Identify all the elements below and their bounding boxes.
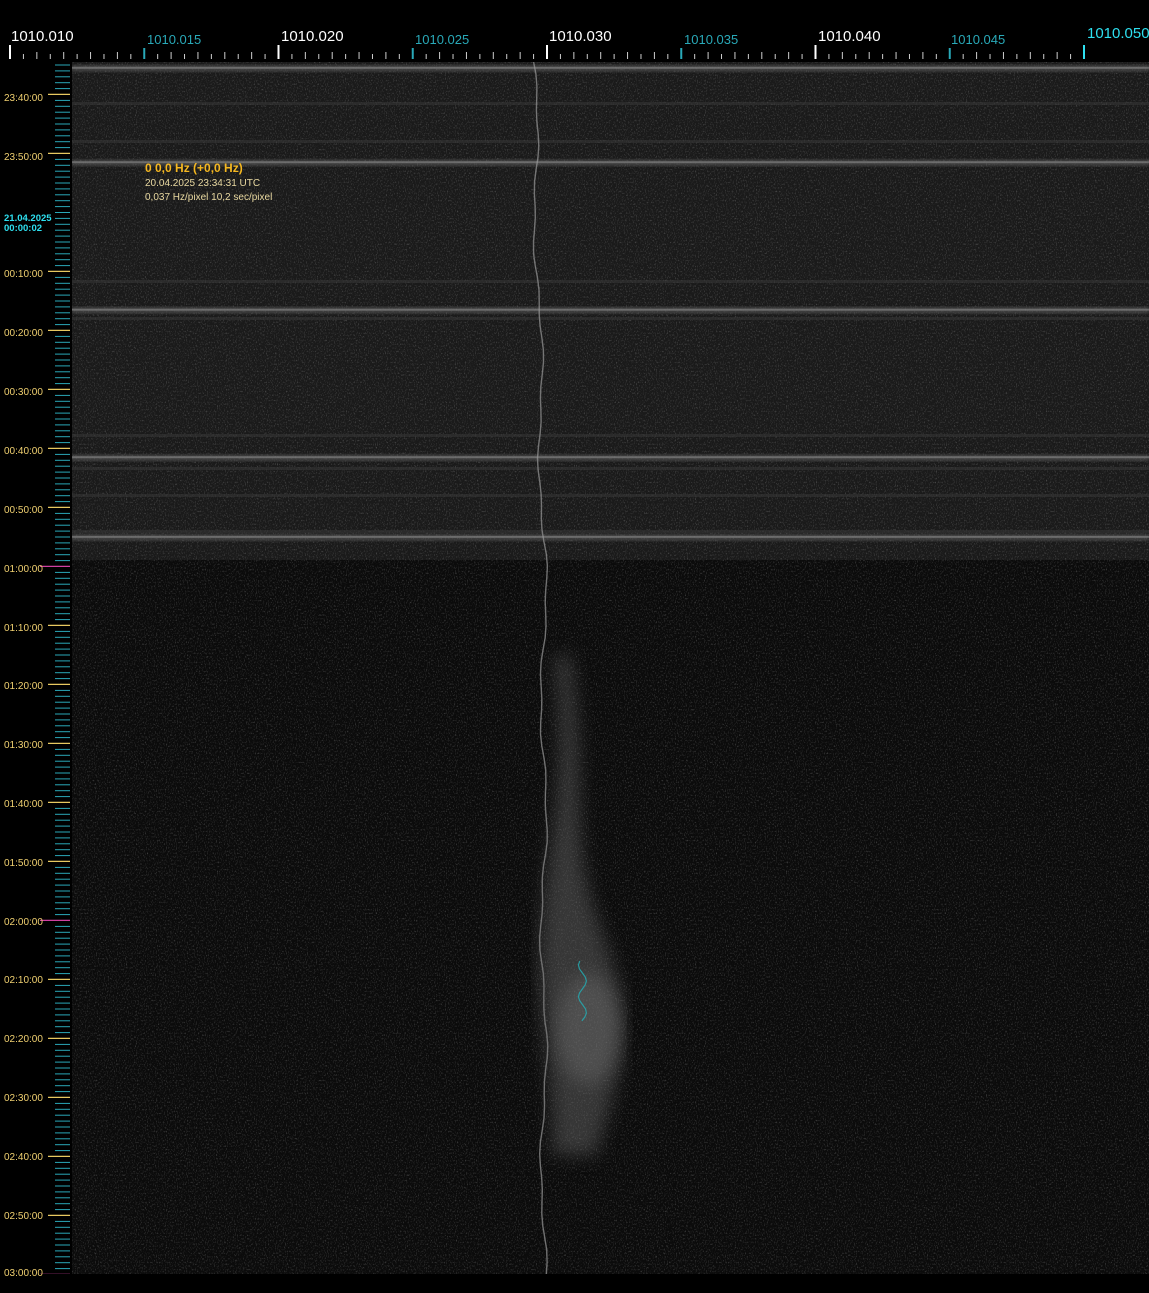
freq-label-1010-010: 1010.010 xyxy=(11,28,74,45)
faint-stripe xyxy=(72,434,1149,437)
horizontal-band-core xyxy=(72,456,1149,459)
horizontal-band-core xyxy=(72,535,1149,538)
info-overlay: 0 0,0 Hz (+0,0 Hz) 20.04.2025 23:34:31 U… xyxy=(145,161,272,203)
freq-label-1010-030: 1010.030 xyxy=(549,28,612,45)
time-label: 02:30:00 xyxy=(4,1093,43,1104)
time-label: 23:40:00 xyxy=(4,93,43,104)
faint-stripe xyxy=(72,530,1149,533)
time-label: 00:50:00 xyxy=(4,505,43,516)
waterfall-plot[interactable]: 0 0,0 Hz (+0,0 Hz) 20.04.2025 23:34:31 U… xyxy=(72,62,1149,1274)
timestamp-readout: 20.04.2025 23:34:31 UTC xyxy=(145,178,261,189)
freq-label-1010-025: 1010.025 xyxy=(415,32,470,47)
faint-stripe xyxy=(72,102,1149,105)
resolution-readout: 0,037 Hz/pixel 10,2 sec/pixel xyxy=(145,192,273,203)
horizontal-band-core xyxy=(72,66,1149,69)
time-label: 01:10:00 xyxy=(4,623,43,634)
freq-label-1010-015: 1010.015 xyxy=(147,32,202,47)
faint-stripe xyxy=(72,280,1149,283)
time-label: 00:10:00 xyxy=(4,269,43,280)
waterfall-canvas xyxy=(72,62,1149,1274)
date-marker: 21.04.2025 00:00:02 xyxy=(4,214,52,234)
faint-stripe xyxy=(72,494,1149,497)
diffuse-signal-peak xyxy=(556,973,621,1084)
time-label: 02:20:00 xyxy=(4,1034,43,1045)
time-label: 03:00:00 xyxy=(4,1268,43,1279)
time-label: 00:20:00 xyxy=(4,328,43,339)
freq-label-1010-035: 1010.035 xyxy=(684,32,739,47)
time-label: 00:30:00 xyxy=(4,387,43,398)
faint-stripe xyxy=(72,317,1149,320)
time-label: 00:40:00 xyxy=(4,446,43,457)
time-label: 01:30:00 xyxy=(4,740,43,751)
freq-label-1010-045: 1010.045 xyxy=(951,32,1006,47)
freq-label-1010-020: 1010.020 xyxy=(281,28,344,45)
time-label: 02:50:00 xyxy=(4,1211,43,1222)
freq-label-1010-040: 1010.040 xyxy=(818,28,881,45)
freq-label-1010-050: 1010.050 xyxy=(1087,25,1149,42)
time-label: 01:00:00 xyxy=(4,564,43,575)
frequency-axis: 1010.010 1010.015 1010.020 1010.025 1010… xyxy=(0,0,1149,62)
time-label: 23:50:00 xyxy=(4,152,43,163)
frequency-offset-readout: 0 0,0 Hz (+0,0 Hz) xyxy=(145,161,243,175)
horizontal-band-core xyxy=(72,308,1149,311)
faint-stripe xyxy=(72,467,1149,470)
date-marker-time: 00:00:02 xyxy=(4,223,43,234)
time-label: 01:20:00 xyxy=(4,681,43,692)
time-axis: 23:40:00 23:50:00 21.04.2025 00:00:02 00… xyxy=(0,62,72,1279)
faint-stripe xyxy=(72,140,1149,143)
time-label: 02:10:00 xyxy=(4,975,43,986)
time-label: 01:40:00 xyxy=(4,799,43,810)
time-label: 02:40:00 xyxy=(4,1152,43,1163)
time-label: 02:00:00 xyxy=(4,917,43,928)
time-label: 01:50:00 xyxy=(4,858,43,869)
